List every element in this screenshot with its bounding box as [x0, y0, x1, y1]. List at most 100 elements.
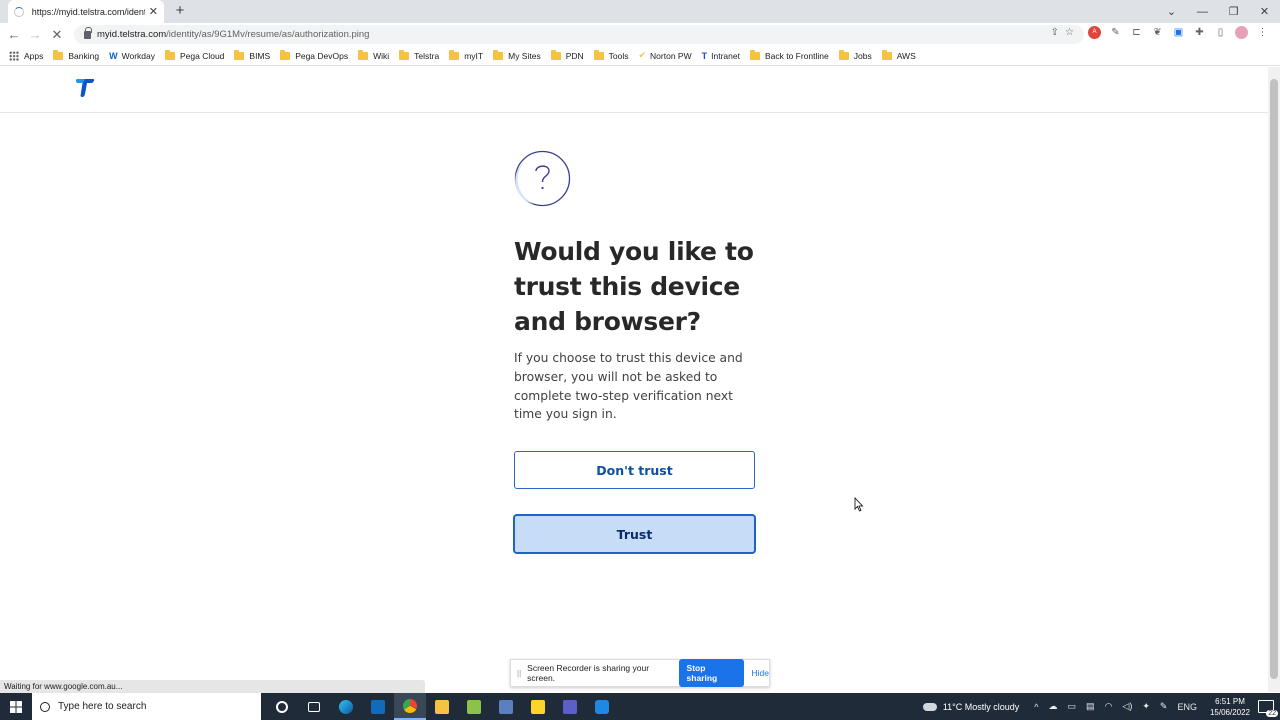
bookmark-label: Norton PW: [650, 50, 692, 61]
bookmark-label: Wiki: [373, 50, 390, 61]
folder-icon: [493, 49, 504, 60]
task-view-icon[interactable]: [298, 693, 330, 720]
bookmark-label: Telstra: [414, 50, 440, 61]
chrome-icon[interactable]: [394, 693, 426, 720]
bookmark-pega-cloud[interactable]: Pega Cloud: [164, 49, 225, 61]
new-tab-button[interactable]: +: [171, 3, 189, 20]
bookmark-pega-devops[interactable]: Pega DevOps: [280, 49, 348, 61]
adblock-extension-icon[interactable]: A: [1088, 26, 1101, 39]
volume-icon[interactable]: ◁): [1122, 701, 1132, 712]
bookmark-banking[interactable]: Banking: [53, 49, 99, 61]
address-bar[interactable]: myid.telstra.com/identity/as/9G1Mv/resum…: [74, 25, 1084, 44]
screen-extension-icon[interactable]: ▣: [1172, 26, 1185, 39]
hide-button[interactable]: Hide: [752, 668, 769, 678]
bookmark-workday[interactable]: W Workday: [109, 51, 155, 61]
bookmark-label: Tools: [608, 50, 629, 61]
stop-sharing-button[interactable]: Stop sharing: [678, 659, 744, 687]
language-indicator[interactable]: ENG: [1177, 702, 1197, 712]
clock[interactable]: 6:51 PM 15/06/2022: [1210, 696, 1250, 718]
page-scrollbar[interactable]: [1268, 67, 1280, 692]
screen-recorder-icon[interactable]: [586, 693, 618, 720]
sticky-notes-icon[interactable]: [522, 693, 554, 720]
folder-icon: [593, 49, 604, 60]
taskbar-search-input[interactable]: Type here to search: [32, 693, 261, 720]
minimize-button[interactable]: —: [1187, 6, 1218, 18]
bookmark-label: Pega Cloud: [179, 50, 225, 61]
side-panel-icon[interactable]: ▯: [1214, 26, 1227, 39]
bookmark-telstra[interactable]: Telstra: [399, 49, 440, 61]
bookmarks-bar: Apps Banking W Workday Pega Cloud BIMS Pega De…: [0, 46, 1280, 66]
notification-count: 22: [1266, 710, 1278, 717]
file-explorer-icon[interactable]: [426, 693, 458, 720]
bookmark-pdn[interactable]: PDN: [550, 49, 584, 61]
notepad-icon[interactable]: [458, 693, 490, 720]
bookmark-aws[interactable]: AWS: [881, 49, 916, 61]
status-bubble: Waiting for www.google.com.au...: [0, 680, 425, 693]
telstra-icon: T: [701, 50, 708, 61]
trust-button[interactable]: Trust: [513, 514, 756, 554]
onedrive-icon[interactable]: ☁: [1049, 701, 1058, 712]
browser-tab[interactable]: https://myid.telstra.com/identity ✕: [8, 0, 164, 23]
trust-description: If you choose to trust this device and b…: [514, 351, 743, 422]
bookmark-norton-pw[interactable]: ✔ Norton PW: [639, 50, 692, 61]
folder-icon: [164, 49, 175, 60]
folder-icon: [280, 49, 291, 60]
bookmark-my-sites[interactable]: My Sites: [493, 49, 541, 61]
tab-strip: [0, 0, 1280, 23]
outlook-icon[interactable]: [362, 693, 394, 720]
folder-icon: [399, 49, 410, 60]
bookmark-jobs[interactable]: Jobs: [838, 49, 872, 61]
bookmark-tools[interactable]: Tools: [593, 49, 629, 61]
dont-trust-button[interactable]: Don't trust: [514, 451, 755, 489]
tab-search-icon[interactable]: ⌄: [1156, 5, 1187, 18]
bookmark-label: Intranet: [711, 50, 740, 61]
stop-loading-icon[interactable]: ✕: [48, 26, 66, 43]
pen-extension-icon[interactable]: ✎: [1109, 26, 1122, 39]
url-host: myid.telstra.com: [97, 29, 167, 40]
back-icon[interactable]: ←: [5, 26, 23, 43]
bracket-extension-icon[interactable]: ⊏: [1130, 26, 1143, 39]
scrollbar-thumb[interactable]: [1270, 79, 1278, 679]
window-controls: ⌄ — ❐ ✕: [1156, 0, 1280, 23]
bookmark-label: myIT: [464, 50, 484, 61]
share-message: Screen Recorder is sharing your screen.: [527, 663, 650, 683]
teams-icon[interactable]: [554, 693, 586, 720]
folder-tray-icon[interactable]: ▤: [1086, 701, 1095, 712]
profile-avatar-icon[interactable]: [1235, 26, 1248, 39]
telstra-logo-icon[interactable]: [75, 76, 95, 98]
puzzle-extensions-icon[interactable]: ✚: [1193, 26, 1206, 39]
forward-icon[interactable]: →: [26, 26, 44, 43]
folder-icon: [838, 49, 849, 60]
bookmark-myit[interactable]: myIT: [449, 49, 484, 61]
bookmark-label: My Sites: [508, 50, 541, 61]
battery-icon[interactable]: ▭: [1068, 701, 1077, 712]
wifi-icon[interactable]: ◠: [1105, 701, 1113, 712]
bookmark-back-to-frontline[interactable]: Back to Frontline: [749, 49, 829, 61]
weather-widget[interactable]: 11°C Mostly cloudy: [922, 701, 1020, 712]
network-tool-icon[interactable]: [490, 693, 522, 720]
pen-tray-icon[interactable]: ✎: [1160, 701, 1168, 712]
bookmark-apps[interactable]: Apps: [9, 50, 43, 61]
bookmark-star-icon[interactable]: ☆: [1065, 27, 1074, 38]
apps-grid-icon: [9, 50, 19, 61]
edge-icon[interactable]: [330, 693, 362, 720]
close-tab-icon[interactable]: ✕: [149, 5, 158, 18]
chevron-up-icon[interactable]: ^: [1034, 702, 1038, 712]
bookmark-intranet[interactable]: T Intranet: [702, 51, 740, 61]
weather-text: 11°C Mostly cloudy: [942, 701, 1020, 712]
windows-start-icon[interactable]: [0, 693, 32, 720]
bookmark-bims[interactable]: BIMS: [234, 49, 270, 61]
lock-icon[interactable]: [84, 26, 92, 39]
close-window-button[interactable]: ✕: [1249, 5, 1280, 18]
notifications-icon[interactable]: 22: [1258, 700, 1278, 717]
app-tray-icon[interactable]: ✦: [1142, 701, 1150, 712]
share-icon[interactable]: ⇪: [1051, 27, 1059, 38]
cortana-icon[interactable]: [266, 693, 298, 720]
leaf-extension-icon[interactable]: ❦: [1151, 26, 1164, 39]
drag-handle-icon[interactable]: ||: [517, 669, 521, 678]
folder-icon: [749, 49, 760, 60]
bookmark-wiki[interactable]: Wiki: [358, 49, 390, 61]
restore-button[interactable]: ❐: [1218, 5, 1249, 18]
page-title: Would you like to trust this device and …: [514, 237, 754, 336]
menu-kebab-icon[interactable]: ⋮: [1256, 26, 1269, 39]
